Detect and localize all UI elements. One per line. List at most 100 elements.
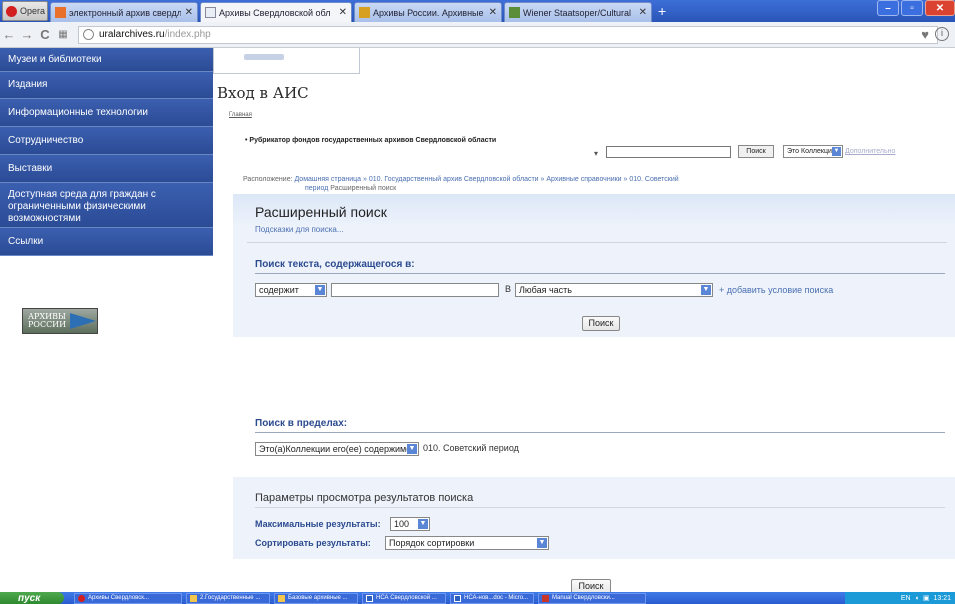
advanced-search-title: Расширенный поиск (255, 204, 387, 220)
task-label: Архивы Свердловск... (88, 595, 149, 601)
add-condition-link[interactable]: + добавить условие поиска (719, 285, 833, 295)
task-label: НСА-нов...doc - Micro... (464, 595, 529, 601)
rubricator-search-button[interactable]: Поиск (738, 145, 774, 158)
breadcrumb-home-link[interactable]: Главная (229, 112, 252, 118)
archives-of-russia-logo[interactable]: АРХИВЫ РОССИИ (22, 308, 98, 334)
task-word-nsa-new[interactable]: НСА-нов...doc - Micro... (450, 592, 534, 604)
forward-icon[interactable]: → (18, 27, 36, 42)
condition-field-select[interactable]: Любая часть ▼ (515, 283, 713, 297)
max-results-select[interactable]: 100 ▼ (390, 517, 430, 531)
minimize-button[interactable]: – (877, 0, 899, 16)
network-icon[interactable]: ▣ (923, 594, 930, 602)
opera-logo-icon (6, 5, 17, 17)
tab-sverdlovsk-archives[interactable]: Архивы Свердловской обл ✕ (200, 2, 352, 22)
sort-value: Порядок сортировки (389, 538, 475, 548)
tab-label: Архивы России. Архивные (373, 7, 484, 18)
document-favicon-icon (205, 7, 216, 18)
tab-close-icon[interactable]: ✕ (339, 7, 347, 18)
maximize-button[interactable]: ▫ (901, 0, 923, 16)
chevron-down-icon: ▼ (537, 538, 547, 548)
tab-close-icon[interactable]: ✕ (639, 7, 647, 18)
rubricator-dropdown-icon[interactable]: ▾ (594, 149, 598, 158)
url-field[interactable]: uralarchives.ru/index.php (78, 25, 938, 44)
scope-select[interactable]: Это(а)Коллекции его(ее) содержимое ▼ (255, 442, 419, 456)
tab-wiener-staatsoper[interactable]: Wiener Staatsoper/Cultural ✕ (504, 2, 652, 22)
location-path-links-cont[interactable]: период (243, 185, 328, 192)
divider (247, 242, 947, 243)
sidebar-item-museums[interactable]: Музеи и библиотеки (0, 48, 213, 72)
operator-value: содержит (259, 285, 299, 295)
rubricator-scope-select[interactable]: Это Коллекция ▼ (783, 145, 843, 158)
url-path: /index.php (164, 29, 211, 40)
sort-select[interactable]: Порядок сортировки ▼ (385, 536, 549, 550)
tab-close-icon[interactable]: ✕ (185, 7, 193, 18)
opera-menu-button[interactable]: Opera (2, 1, 48, 21)
sidebar-item-it[interactable]: Информационные технологии (0, 99, 213, 127)
tab-electronic-archive[interactable]: электронный архив свердл ✕ (50, 2, 198, 22)
archives-favicon-icon (359, 7, 370, 18)
divider (255, 273, 945, 274)
clock[interactable]: 13:21 (933, 595, 951, 602)
tab-russian-archives[interactable]: Архивы России. Архивные ✕ (354, 2, 502, 22)
reload-icon[interactable]: C (36, 27, 54, 42)
volume-icon[interactable]: ◖ (915, 595, 919, 602)
location-path-links[interactable]: Домашняя страница » 010. Государственный… (294, 176, 678, 183)
sort-label: Сортировать результаты: (255, 538, 371, 548)
location-breadcrumb: Расположение: Домашняя страница » 010. Г… (243, 175, 923, 193)
logo-text: АРХИВЫ РОССИИ (28, 312, 67, 329)
chevron-down-icon: ▼ (407, 444, 417, 454)
divider (255, 432, 945, 433)
condition-operator-select[interactable]: содержит ▼ (255, 283, 327, 297)
search-button[interactable]: Поиск (582, 316, 620, 331)
chevron-down-icon: ▼ (701, 285, 711, 295)
bookmark-heart-icon[interactable]: ♥ (921, 27, 929, 42)
back-icon[interactable]: ← (0, 27, 18, 42)
divider (255, 507, 945, 508)
task-label: 2.Государственные ... (200, 595, 261, 601)
task-label: Manual Свердловски... (552, 595, 615, 601)
sidebar-item-publications[interactable]: Издания (0, 72, 213, 99)
tab-label: Архивы Свердловской обл (219, 7, 331, 18)
language-indicator[interactable]: EN (901, 595, 911, 602)
search-text-input[interactable] (331, 283, 499, 297)
system-tray: EN ◖ ▣ 13:21 (845, 592, 955, 604)
ais-frame: • Рубрикатор фондов государственных архи… (233, 127, 955, 595)
field-value: Любая часть (519, 285, 572, 295)
tab-close-icon[interactable]: ✕ (489, 7, 497, 18)
presentation-icon (542, 594, 549, 602)
folder-icon (190, 594, 197, 602)
sidebar-item-accessibility[interactable]: Доступная среда для граждан с ограниченн… (0, 183, 213, 228)
task-opera[interactable]: Архивы Свердловск... (74, 592, 182, 604)
sidebar-item-cooperation[interactable]: Сотрудничество (0, 127, 213, 155)
sidebar-item-links[interactable]: Ссылки (0, 228, 213, 256)
start-button[interactable]: пуск (0, 592, 64, 604)
new-tab-button[interactable]: + (658, 3, 666, 19)
banner-logo (244, 54, 284, 60)
chevron-down-icon: ▼ (315, 285, 325, 295)
opera-icon (78, 594, 85, 602)
url-host: uralarchives.ru (99, 29, 165, 40)
chevron-down-icon: ▼ (832, 147, 841, 156)
browser-tab-bar: Opera электронный архив свердл ✕ Архивы … (0, 0, 955, 22)
task-manual[interactable]: Manual Свердловски... (538, 592, 646, 604)
sidebar-item-exhibitions[interactable]: Выставки (0, 155, 213, 183)
task-word-nsa[interactable]: НСА Свердловской ... (362, 592, 446, 604)
main-content: Вход в АИС Главная • Рубрикатор фондов г… (213, 48, 955, 595)
search-hints-link[interactable]: Подсказки для поиска... (255, 225, 344, 234)
task-folder-basic[interactable]: Базовые архивные ... (274, 592, 358, 604)
close-window-button[interactable]: ✕ (925, 0, 955, 16)
header-banner-strip (213, 48, 360, 74)
task-folder-state[interactable]: 2.Государственные ... (186, 592, 270, 604)
window-controls: – ▫ ✕ (875, 0, 955, 16)
logo-arrow-icon (70, 313, 96, 329)
speed-dial-icon[interactable]: ▦ (54, 29, 72, 40)
scope-value: Это Коллекция (787, 148, 836, 155)
chevron-down-icon: ▼ (418, 519, 428, 529)
params-title: Параметры просмотра результатов поиска (255, 492, 474, 504)
extensions-icon[interactable]: i (935, 27, 949, 41)
address-bar: ← → C ▦ uralarchives.ru/index.php ♥ i (0, 22, 955, 48)
in-label: В (505, 284, 512, 294)
rubricator-search-input[interactable] (606, 146, 731, 158)
advanced-options-link[interactable]: Дополнительно (845, 148, 895, 155)
site-info-icon[interactable] (83, 29, 94, 40)
